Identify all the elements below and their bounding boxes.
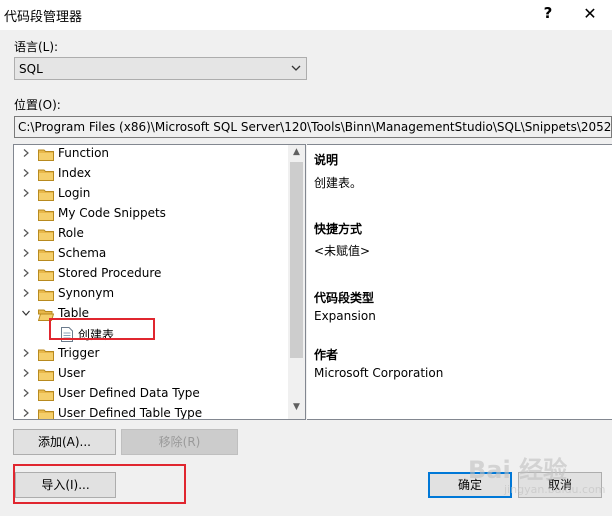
tree-item[interactable]: User Defined Table Type xyxy=(14,404,288,420)
tree-item[interactable]: Function xyxy=(14,145,288,164)
tree-scrollbar[interactable]: ▲ ▼ xyxy=(288,145,305,419)
chevron-right-icon[interactable] xyxy=(22,409,30,417)
tree-item[interactable]: User Defined Data Type xyxy=(14,384,288,404)
location-path: C:\Program Files (x86)\Microsoft SQL Ser… xyxy=(18,120,612,134)
tree-item-label: User xyxy=(58,366,86,380)
chevron-right-icon[interactable] xyxy=(22,169,30,177)
chevron-down-icon[interactable] xyxy=(22,309,30,317)
folder-icon xyxy=(38,409,54,419)
chevron-right-icon[interactable] xyxy=(22,369,30,377)
chevron-right-icon[interactable] xyxy=(22,229,30,237)
folder-icon xyxy=(38,269,54,281)
tree-item-label: Trigger xyxy=(58,346,100,360)
tree-item-label: User Defined Table Type xyxy=(58,406,203,420)
close-button[interactable]: ✕ xyxy=(580,4,600,23)
tree-item-label: Schema xyxy=(58,246,107,260)
shortcut-heading: 快捷方式 xyxy=(314,222,363,236)
chevron-right-icon[interactable] xyxy=(22,389,30,397)
add-button[interactable]: 添加(A)... xyxy=(13,429,116,455)
chevron-right-icon[interactable] xyxy=(22,149,30,157)
chevron-right-icon[interactable] xyxy=(22,289,30,297)
language-select[interactable]: SQL xyxy=(14,57,307,80)
tree-item[interactable]: Index xyxy=(14,164,288,184)
tree-item-label: User Defined Data Type xyxy=(58,386,200,400)
highlight-box-snippet xyxy=(49,318,155,340)
type-value: Expansion xyxy=(314,309,376,323)
folder-icon xyxy=(38,249,54,261)
location-label: 位置(O): xyxy=(14,98,61,112)
type-heading: 代码段类型 xyxy=(314,291,375,305)
remove-button[interactable]: 移除(R) xyxy=(121,429,238,455)
folder-icon xyxy=(38,229,54,241)
author-value: Microsoft Corporation xyxy=(314,366,444,380)
chevron-right-icon[interactable] xyxy=(22,189,30,197)
tree-item[interactable]: Schema xyxy=(14,244,288,264)
tree-item[interactable]: User xyxy=(14,364,288,384)
description-value: 创建表。 xyxy=(314,176,363,190)
author-heading: 作者 xyxy=(314,348,339,362)
tree-item[interactable]: Synonym xyxy=(14,284,288,304)
chevron-right-icon[interactable] xyxy=(22,269,30,277)
scroll-down-icon[interactable]: ▼ xyxy=(288,402,305,419)
tree-item[interactable]: Login xyxy=(14,184,288,204)
chevron-right-icon[interactable] xyxy=(22,349,30,357)
folder-icon xyxy=(38,389,54,401)
chevron-down-icon xyxy=(291,65,301,71)
tree-item-label: Role xyxy=(58,226,84,240)
folder-icon xyxy=(38,289,54,301)
tree-item[interactable]: Stored Procedure xyxy=(14,264,288,284)
window-title: 代码段管理器 xyxy=(4,10,83,25)
location-field[interactable]: C:\Program Files (x86)\Microsoft SQL Ser… xyxy=(14,116,612,138)
watermark-logo: Bai 经验 jingyan.baidu.com xyxy=(468,450,606,496)
tree-item-label: My Code Snippets xyxy=(58,206,166,220)
tree-item[interactable]: Trigger xyxy=(14,344,288,364)
shortcut-value: <未赋值> xyxy=(314,244,371,258)
tree-item-label: Function xyxy=(58,146,110,160)
highlight-box-import xyxy=(13,464,186,504)
tree-item[interactable]: My Code Snippets xyxy=(14,204,288,224)
help-button[interactable]: ? xyxy=(538,4,558,22)
folder-icon xyxy=(38,369,54,381)
description-heading: 说明 xyxy=(314,153,339,167)
tree-item-label: Login xyxy=(58,186,91,200)
folder-icon xyxy=(38,209,54,221)
details-pane: 说明 创建表。 快捷方式 <未赋值> 代码段类型 Expansion 作者 Mi… xyxy=(307,144,612,420)
snippet-tree[interactable]: Function Index Login My Code Snippets Role Sc… xyxy=(13,144,306,420)
folder-icon xyxy=(38,149,54,161)
language-label: 语言(L): xyxy=(14,40,59,54)
folder-icon xyxy=(38,349,54,361)
watermark-text: Bai 经验 xyxy=(468,456,568,484)
chevron-right-icon[interactable] xyxy=(22,249,30,257)
scroll-thumb[interactable] xyxy=(290,162,303,358)
tree-item-label: Index xyxy=(58,166,92,180)
title-bar: 代码段管理器 ? ✕ xyxy=(0,0,612,30)
tree-item[interactable]: Role xyxy=(14,224,288,244)
folder-icon xyxy=(38,169,54,181)
watermark-sub: jingyan.baidu.com xyxy=(504,483,606,496)
folder-icon xyxy=(38,189,54,201)
tree-item-label: Stored Procedure xyxy=(58,266,162,280)
language-select-value: SQL xyxy=(19,62,43,76)
tree-item-label: Synonym xyxy=(58,286,115,300)
